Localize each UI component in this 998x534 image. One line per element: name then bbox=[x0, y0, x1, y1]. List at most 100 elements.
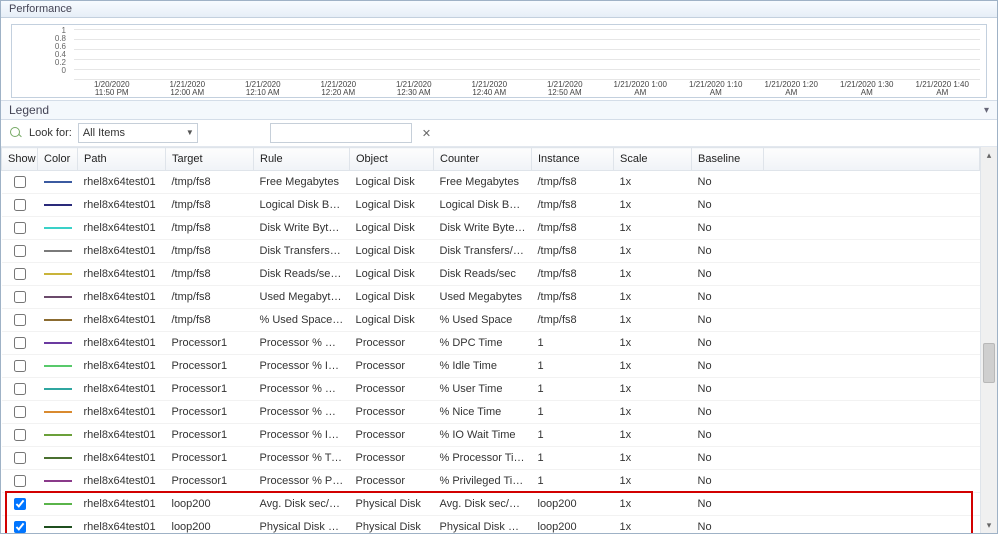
table-row[interactable]: rhel8x64test01/tmp/fs8Used Megabytes...L… bbox=[2, 286, 980, 309]
show-checkbox[interactable] bbox=[14, 222, 26, 234]
col-scale[interactable]: Scale bbox=[614, 148, 692, 171]
color-swatch bbox=[44, 181, 72, 183]
show-checkbox[interactable] bbox=[14, 521, 26, 533]
table-row[interactable]: rhel8x64test01Processor1Processor % IO T… bbox=[2, 424, 980, 447]
col-instance[interactable]: Instance bbox=[532, 148, 614, 171]
cell-object: Processor bbox=[350, 355, 434, 378]
show-checkbox[interactable] bbox=[14, 199, 26, 211]
cell-target: Processor1 bbox=[166, 470, 254, 493]
show-checkbox[interactable] bbox=[14, 245, 26, 257]
show-checkbox[interactable] bbox=[14, 475, 26, 487]
cell-rule: Disk Reads/sec (... bbox=[254, 263, 350, 286]
cell-instance: loop200 bbox=[532, 516, 614, 534]
table-row[interactable]: rhel8x64test01/tmp/fs8Disk Transfers/s..… bbox=[2, 240, 980, 263]
chevron-down-icon: ▼ bbox=[186, 128, 194, 137]
show-checkbox[interactable] bbox=[14, 176, 26, 188]
cell-scale: 1x bbox=[614, 401, 692, 424]
cell-rule: Logical Disk Byt... bbox=[254, 194, 350, 217]
cell-baseline: No bbox=[692, 493, 764, 516]
col-baseline[interactable]: Baseline bbox=[692, 148, 764, 171]
col-counter[interactable]: Counter bbox=[434, 148, 532, 171]
scroll-up-arrow-icon[interactable]: ▴ bbox=[981, 147, 997, 163]
cell-path: rhel8x64test01 bbox=[78, 332, 166, 355]
show-checkbox[interactable] bbox=[14, 452, 26, 464]
show-checkbox[interactable] bbox=[14, 406, 26, 418]
cell-path: rhel8x64test01 bbox=[78, 263, 166, 286]
performance-chart[interactable]: 10.80.60.40.20 1/20/202011:50 PM1/21/202… bbox=[11, 24, 987, 98]
look-for-textbox[interactable] bbox=[270, 123, 412, 143]
show-checkbox[interactable] bbox=[14, 337, 26, 349]
cell-counter: % User Time bbox=[434, 378, 532, 401]
table-row[interactable]: rhel8x64test01loop200Physical Disk Byt..… bbox=[2, 516, 980, 534]
table-row[interactable]: rhel8x64test01/tmp/fs8Logical Disk Byt..… bbox=[2, 194, 980, 217]
cell-scale: 1x bbox=[614, 263, 692, 286]
cell-object: Logical Disk bbox=[350, 171, 434, 194]
clear-filter-icon[interactable]: ✕ bbox=[418, 127, 435, 140]
color-swatch bbox=[44, 250, 72, 252]
chevron-down-icon[interactable]: ▾ bbox=[984, 105, 989, 116]
show-checkbox[interactable] bbox=[14, 268, 26, 280]
cell-scale: 1x bbox=[614, 378, 692, 401]
cell-target: Processor1 bbox=[166, 355, 254, 378]
color-swatch bbox=[44, 503, 72, 505]
show-checkbox[interactable] bbox=[14, 314, 26, 326]
cell-rule: % Used Space (... bbox=[254, 309, 350, 332]
show-checkbox[interactable] bbox=[14, 383, 26, 395]
cell-rule: Disk Write Bytes... bbox=[254, 217, 350, 240]
table-row[interactable]: rhel8x64test01/tmp/fs8 Disk Reads/sec (..… bbox=[2, 263, 980, 286]
col-spacer bbox=[764, 148, 980, 171]
legend-grid[interactable]: Show Color Path Target Rule Object Count… bbox=[1, 147, 980, 533]
cell-path: rhel8x64test01 bbox=[78, 286, 166, 309]
cell-instance: /tmp/fs8 bbox=[532, 263, 614, 286]
color-swatch bbox=[44, 227, 72, 229]
table-row[interactable]: rhel8x64test01Processor1Processor % Idle… bbox=[2, 355, 980, 378]
search-icon bbox=[9, 126, 23, 140]
color-swatch bbox=[44, 526, 72, 528]
show-checkbox[interactable] bbox=[14, 360, 26, 372]
look-for-bar: Look for: All Items ▼ ✕ bbox=[1, 120, 997, 147]
col-rule[interactable]: Rule bbox=[254, 148, 350, 171]
cell-rule: Processor % IO T... bbox=[254, 424, 350, 447]
cell-target: /tmp/fs8 bbox=[166, 240, 254, 263]
table-row[interactable]: rhel8x64test01Processor1Processor % DP..… bbox=[2, 332, 980, 355]
table-row[interactable]: rhel8x64test01/tmp/fs8Disk Write Bytes..… bbox=[2, 217, 980, 240]
cell-baseline: No bbox=[692, 286, 764, 309]
app-window: Performance 10.80.60.40.20 1/20/202011:5… bbox=[0, 0, 998, 534]
col-path[interactable]: Path bbox=[78, 148, 166, 171]
table-row[interactable]: rhel8x64test01Processor1Processor % Tim.… bbox=[2, 447, 980, 470]
cell-rule: Processor % Use... bbox=[254, 378, 350, 401]
table-row[interactable]: rhel8x64test01loop200Avg. Disk sec/Tr...… bbox=[2, 493, 980, 516]
table-row[interactable]: rhel8x64test01/tmp/fs8% Used Space (...L… bbox=[2, 309, 980, 332]
cell-target: Processor1 bbox=[166, 401, 254, 424]
col-color[interactable]: Color bbox=[38, 148, 78, 171]
cell-object: Processor bbox=[350, 378, 434, 401]
chart-gridlines bbox=[74, 29, 980, 79]
cell-object: Processor bbox=[350, 470, 434, 493]
cell-counter: Logical Disk Byt... bbox=[434, 194, 532, 217]
show-checkbox[interactable] bbox=[14, 429, 26, 441]
col-show[interactable]: Show bbox=[2, 148, 38, 171]
cell-scale: 1x bbox=[614, 217, 692, 240]
cell-counter: % Used Space bbox=[434, 309, 532, 332]
column-header-row[interactable]: Show Color Path Target Rule Object Count… bbox=[2, 148, 980, 171]
table-row[interactable]: rhel8x64test01Processor1Processor % Priv… bbox=[2, 470, 980, 493]
cell-counter: Disk Transfers/sec bbox=[434, 240, 532, 263]
cell-rule: Disk Transfers/s... bbox=[254, 240, 350, 263]
col-object[interactable]: Object bbox=[350, 148, 434, 171]
cell-baseline: No bbox=[692, 401, 764, 424]
table-row[interactable]: rhel8x64test01Processor1Processor % Use.… bbox=[2, 378, 980, 401]
cell-baseline: No bbox=[692, 194, 764, 217]
cell-target: /tmp/fs8 bbox=[166, 309, 254, 332]
vertical-scrollbar[interactable]: ▴ ▾ bbox=[980, 147, 997, 533]
cell-instance: /tmp/fs8 bbox=[532, 194, 614, 217]
look-for-combo[interactable]: All Items ▼ bbox=[78, 123, 198, 143]
scroll-down-arrow-icon[interactable]: ▾ bbox=[981, 517, 997, 533]
legend-panel-header[interactable]: Legend ▾ bbox=[1, 100, 997, 120]
table-row[interactable]: rhel8x64test01/tmp/fs8Free MegabytesLogi… bbox=[2, 171, 980, 194]
col-target[interactable]: Target bbox=[166, 148, 254, 171]
show-checkbox[interactable] bbox=[14, 291, 26, 303]
table-row[interactable]: rhel8x64test01Processor1Processor % Nic.… bbox=[2, 401, 980, 424]
chart-x-labels: 1/20/202011:50 PM1/21/202012:00 AM1/21/2… bbox=[74, 81, 980, 97]
scrollbar-thumb[interactable] bbox=[983, 343, 995, 383]
show-checkbox[interactable] bbox=[14, 498, 26, 510]
